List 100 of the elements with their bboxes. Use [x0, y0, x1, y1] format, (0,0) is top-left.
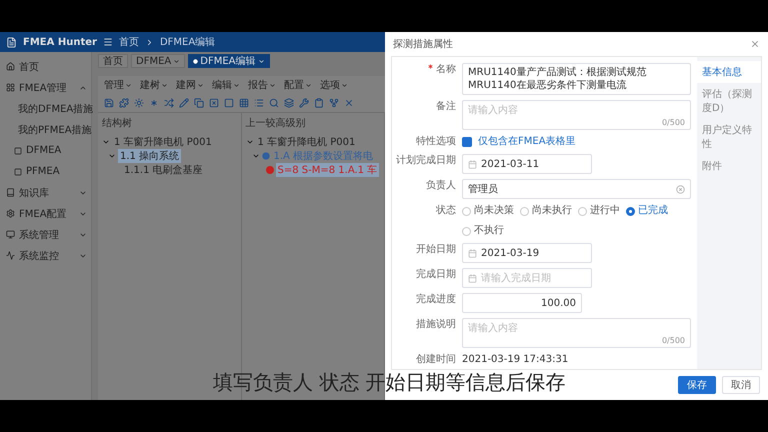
menu-item[interactable]: 报告	[248, 78, 276, 92]
asterisk-icon[interactable]	[149, 98, 159, 108]
caret-icon	[305, 82, 312, 88]
field-label: 创建时间	[416, 353, 456, 367]
clear-icon[interactable]	[676, 184, 685, 194]
caret-icon	[233, 82, 240, 88]
menu-item[interactable]: 建网	[176, 78, 204, 92]
calendar-icon	[468, 274, 477, 282]
dot-icon	[193, 58, 198, 64]
menu-item[interactable]: 管理	[104, 78, 132, 92]
save-button[interactable]: 保存	[678, 376, 716, 394]
page-tab[interactable]: DFMEA	[131, 54, 186, 68]
gear-icon	[6, 209, 15, 218]
field-label: 开始日期	[416, 243, 456, 257]
number-field[interactable]: 100.00	[462, 293, 582, 313]
sidebar-item[interactable]: FMEA配置	[0, 203, 91, 224]
side-tab[interactable]: 基本信息	[697, 61, 761, 83]
number-value: 100.00	[540, 296, 576, 310]
page-tab[interactable]: 首页	[98, 54, 128, 68]
caret-icon	[341, 82, 348, 88]
copy-icon[interactable]	[194, 98, 204, 108]
sidebar-item[interactable]: 我的PFMEA措施	[0, 119, 91, 140]
menu-item[interactable]: 编辑	[212, 78, 240, 92]
logo-icon	[6, 36, 17, 48]
layers-icon[interactable]	[284, 98, 294, 108]
sidebar-item[interactable]: 系统管理	[0, 224, 91, 245]
clipboard-icon[interactable]	[314, 98, 324, 108]
sidebar-item[interactable]: PFMEA	[0, 161, 91, 182]
text-area[interactable]: 请输入内容 0/500	[462, 100, 691, 130]
drawer-title: 探测措施属性	[393, 38, 453, 51]
search-icon[interactable]	[269, 98, 279, 108]
sidebar-item[interactable]: 系统监控	[0, 245, 91, 266]
field-label: 状态	[436, 204, 456, 218]
date-field[interactable]: 2021-03-11	[462, 154, 592, 174]
sidebar-item[interactable]: DFMEA	[0, 140, 91, 161]
side-tab[interactable]: 用户定义特性	[697, 119, 761, 155]
menu-item[interactable]: 建树	[140, 78, 168, 92]
radio-label: 进行中	[590, 204, 620, 218]
sun-icon[interactable]	[134, 98, 144, 108]
char-counter: 0/500	[662, 336, 685, 345]
select-field[interactable]: 管理员	[462, 179, 691, 199]
char-counter: 0/500	[662, 118, 685, 127]
created-time: 2021-03-19 17:43:31	[462, 353, 570, 367]
home-icon	[6, 62, 15, 71]
sidebar-item[interactable]: 我的DFMEA措施	[0, 98, 91, 119]
breadcrumb-link[interactable]: 首页	[118, 35, 139, 49]
field-label: 名称	[436, 63, 456, 77]
page-tab[interactable]: DFMEA编辑	[188, 54, 270, 68]
side-tab[interactable]: 评估（探测度D）	[697, 83, 761, 119]
monitor-icon	[6, 230, 15, 239]
menu-icon[interactable]	[102, 37, 113, 47]
square-x-icon[interactable]	[209, 98, 219, 108]
square-icon[interactable]	[224, 98, 234, 108]
shuffle-icon[interactable]	[164, 98, 174, 108]
field-label: 备注	[436, 100, 456, 114]
placeholder-text: 请输入内容	[468, 104, 518, 117]
field-label: 完成进度	[416, 293, 456, 307]
text-area[interactable]: 请输入内容 0/500	[462, 318, 691, 348]
sidebar-item[interactable]: 首页	[0, 56, 91, 77]
caret-icon	[173, 58, 180, 64]
close-icon[interactable]	[344, 98, 354, 108]
menu-item[interactable]: 配置	[284, 78, 312, 92]
caret-icon	[258, 58, 264, 64]
close-icon[interactable]	[750, 39, 760, 49]
fork-icon[interactable]	[329, 98, 339, 108]
date-field[interactable]: 2021-03-19	[462, 243, 592, 263]
sidebar-item[interactable]: FMEA管理	[0, 77, 91, 98]
caret-icon	[197, 82, 204, 88]
placeholder-text: 请输入内容	[468, 322, 518, 335]
checkbox[interactable]	[462, 137, 472, 147]
app-logo: FMEA Hunter	[23, 36, 97, 48]
radio-button[interactable]	[626, 206, 635, 216]
sidebar-item[interactable]: 知识库	[0, 182, 91, 203]
field-label: 完成日期	[416, 268, 456, 282]
cancel-button[interactable]: 取消	[722, 376, 760, 394]
field-label: 措施说明	[416, 318, 456, 332]
menu-item[interactable]: 选项	[320, 78, 348, 92]
pencil-icon[interactable]	[179, 98, 189, 108]
tree-node[interactable]: 1 车窗升降电机 P001	[256, 135, 358, 149]
square-icon	[14, 168, 22, 176]
field-label: 特性选项	[416, 135, 456, 149]
select-value: 管理员	[468, 182, 499, 196]
tree-node[interactable]: S=8 S-M=8 1.A.1 车	[276, 163, 380, 177]
book-icon	[6, 188, 15, 197]
tree-node[interactable]: 1.1.1 电刷盒基座	[122, 163, 205, 177]
grid-icon	[6, 83, 15, 92]
grid-icon[interactable]	[239, 98, 249, 108]
list-icon[interactable]	[254, 98, 264, 108]
name-field[interactable]: MRU1140量产产品测试：根据测试规范MRU1140在最恶劣条件下测量电流	[462, 63, 691, 95]
side-tab[interactable]: 附件	[697, 155, 761, 177]
breadcrumb-link[interactable]: DFMEA编辑	[160, 35, 216, 49]
field-label: 计划完成日期	[396, 154, 456, 168]
tree-node[interactable]: 1.1 操向系统	[118, 149, 182, 163]
calendar-icon	[468, 160, 477, 168]
save-icon[interactable]	[104, 98, 114, 108]
wrench-icon[interactable]	[299, 98, 309, 108]
radio-label: 已完成	[638, 204, 668, 218]
puzzle-icon[interactable]	[119, 98, 129, 108]
radio-label: 尚未执行	[532, 204, 572, 218]
tree-node[interactable]: 1 车窗升降电机 P001	[112, 135, 214, 149]
